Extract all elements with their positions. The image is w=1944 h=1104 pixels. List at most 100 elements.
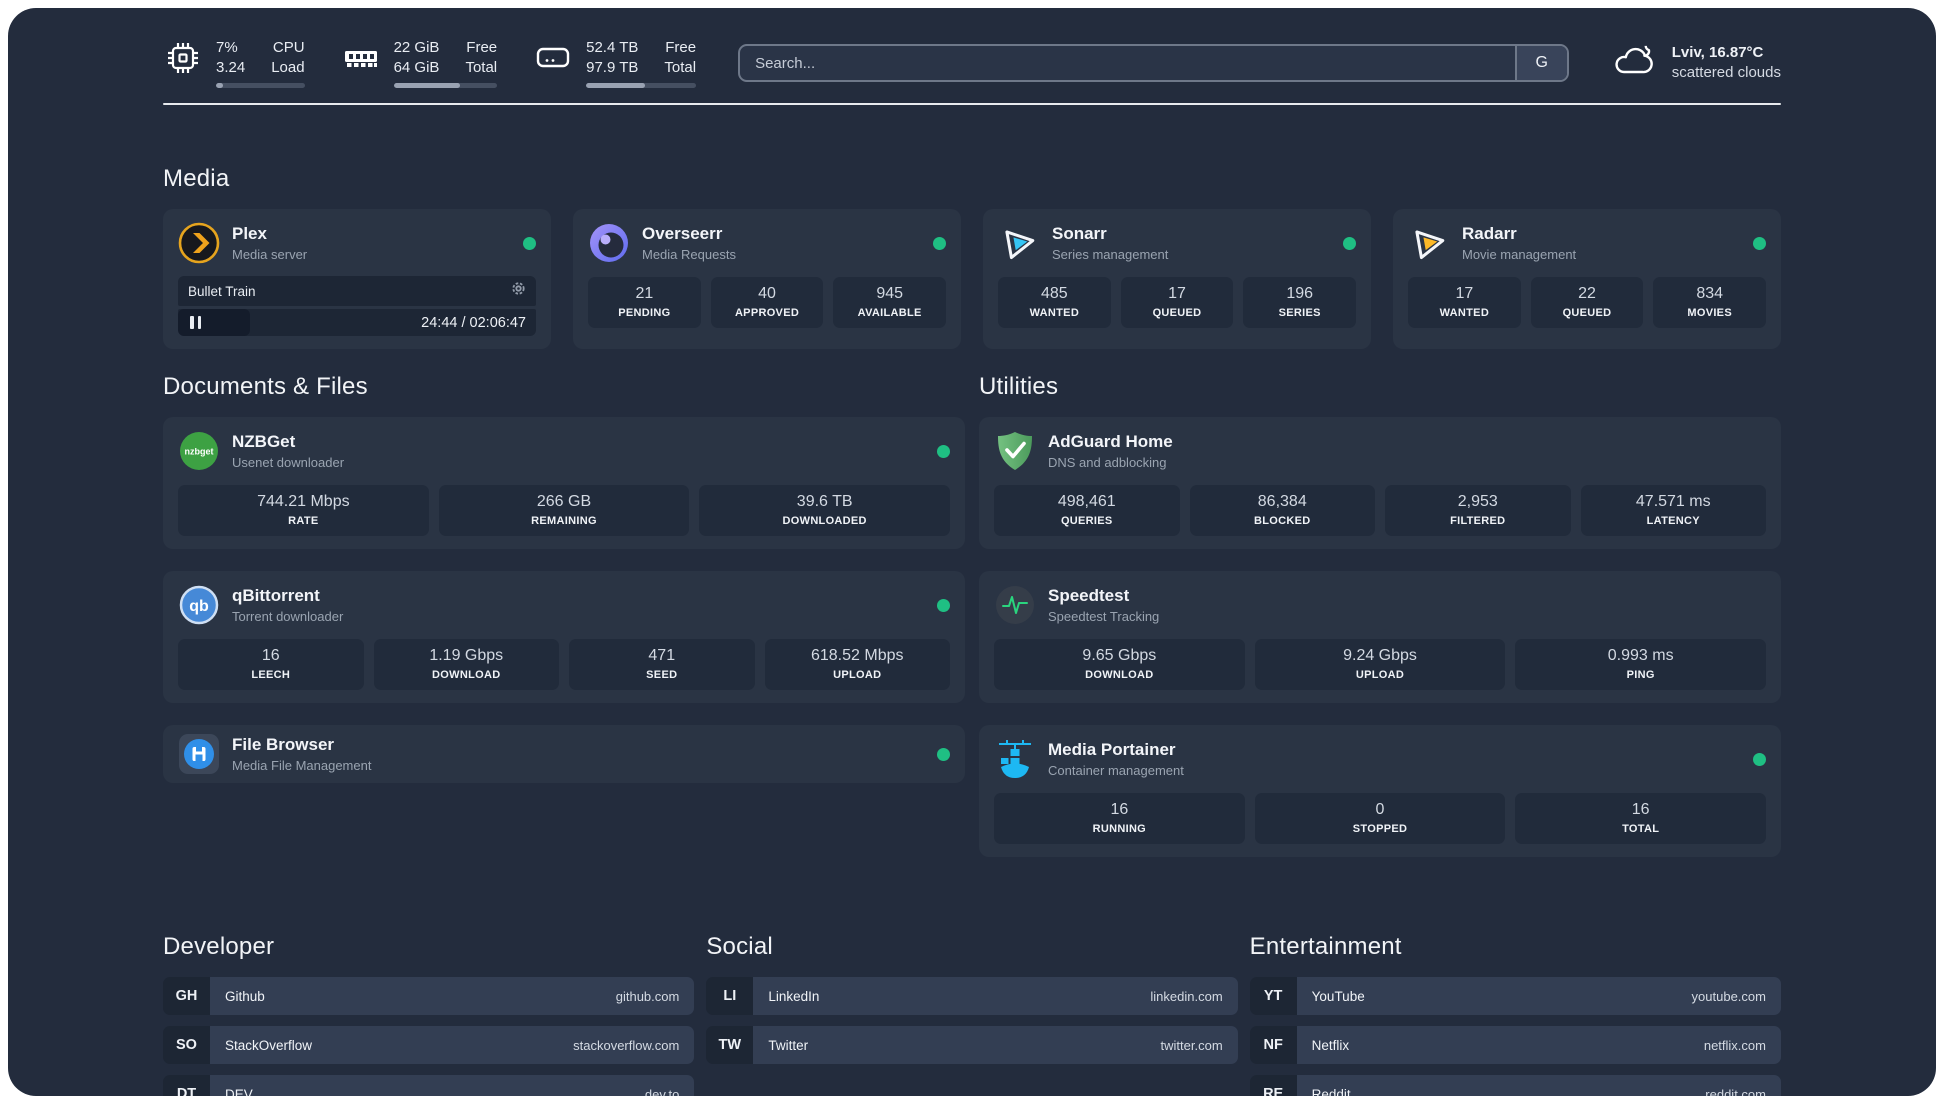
link-netflix[interactable]: NF Netflix netflix.com: [1249, 1026, 1781, 1064]
plex-card[interactable]: Plex Media server Bullet Train 24:44 / 0…: [163, 209, 551, 349]
search-input[interactable]: [740, 46, 1515, 80]
link-abbr: RE: [1249, 1075, 1297, 1096]
link-youtube[interactable]: YT YouTube youtube.com: [1249, 977, 1781, 1015]
weather-condition: scattered clouds: [1671, 64, 1781, 81]
section-title-documents: Documents & Files: [163, 373, 368, 400]
qbittorrent-card[interactable]: qb qBittorrent Torrent downloader 16 LEEC…: [163, 571, 965, 703]
section-media: Media Plex Media server Bullet Train 24:…: [163, 165, 1781, 349]
link-abbr: LI: [706, 977, 754, 1015]
link-url: netflix.com: [1703, 1037, 1766, 1053]
stat-tile: 2,953 FILTERED: [1385, 485, 1571, 536]
link-linkedin[interactable]: LI LinkedIn linkedin.com: [706, 977, 1238, 1015]
stat-tile: 471 SEED: [569, 639, 755, 690]
link-url: twitter.com: [1160, 1037, 1223, 1053]
stat-tile: 0 STOPPED: [1254, 793, 1506, 844]
app-title: File Browser: [232, 735, 335, 754]
app-title: qBittorrent: [232, 586, 320, 605]
stat-tile: 22 QUEUED: [1530, 277, 1644, 328]
nzbget-icon: nzbget: [178, 430, 220, 472]
session-gear-icon[interactable]: [511, 281, 526, 301]
app-title: AdGuard Home: [1048, 432, 1173, 451]
app-subtitle: DNS and adblocking: [1048, 455, 1167, 470]
status-dot: [933, 236, 946, 250]
section-title-utilities: Utilities: [979, 373, 1059, 400]
link-url: github.com: [615, 988, 680, 1004]
adguard-card[interactable]: AdGuard Home DNS and adblocking 498,461 Q…: [979, 417, 1781, 549]
search-engine-button[interactable]: G: [1514, 46, 1567, 80]
memory-total-label: Total: [465, 59, 498, 76]
link-url: linkedin.com: [1150, 988, 1223, 1004]
status-dot: [937, 598, 950, 612]
link-url: stackoverflow.com: [573, 1037, 680, 1053]
section-social: Social LI LinkedIn linkedin.com TW Twitte…: [706, 933, 1238, 1075]
section-title-entertainment: Entertainment: [1249, 933, 1402, 960]
stat-tile: 0.993 ms PING: [1515, 639, 1767, 690]
ram-icon: [341, 38, 381, 78]
app-subtitle: Series management: [1052, 247, 1169, 262]
memory-free-label: Free: [466, 39, 498, 57]
radarr-card[interactable]: Radarr Movie management 17 WANTED 22 QUEUE…: [1393, 209, 1781, 349]
link-stackoverflow[interactable]: SO StackOverflow stackoverflow.com: [163, 1026, 695, 1064]
playback-progressbar: 24:44 / 02:06:47: [178, 309, 536, 336]
sonarr-card[interactable]: Sonarr Series management 485 WANTED 17 QUE…: [983, 209, 1371, 349]
section-entertainment: Entertainment YT YouTube youtube.com NF N…: [1249, 933, 1781, 1097]
link-github[interactable]: GH Github github.com: [163, 977, 695, 1015]
search-bar: G: [738, 44, 1569, 82]
status-dot: [937, 747, 950, 761]
filebrowser-card[interactable]: File Browser Media File Management: [163, 725, 965, 783]
link-url: reddit.com: [1705, 1086, 1766, 1097]
link-twitter[interactable]: TW Twitter twitter.com: [706, 1026, 1238, 1064]
link-dev[interactable]: DT DEV dev.to: [163, 1075, 695, 1097]
link-abbr: SO: [163, 1026, 210, 1064]
stat-tile: 1.19 Gbps DOWNLOAD: [373, 639, 559, 690]
qbittorrent-icon: qb: [178, 584, 220, 626]
weather-widget: Lviv, 16.87°C scattered clouds: [1611, 43, 1781, 84]
cpu-usage: 7%: [216, 39, 238, 57]
pause-icon: [190, 316, 201, 329]
cpu-load: 3.24: [216, 59, 246, 76]
app-title: NZBGet: [232, 432, 296, 451]
portainer-card[interactable]: Media Portainer Container management 16 R…: [979, 725, 1781, 857]
storage-free: 52.4 TB: [586, 39, 639, 57]
speedtest-card[interactable]: Speedtest Speedtest Tracking 9.65 Gbps DO…: [979, 571, 1781, 703]
stat-tile: 47.571 ms LATENCY: [1580, 485, 1766, 536]
filebrowser-icon: [178, 733, 220, 775]
stat-tile: 196 SERIES: [1243, 277, 1357, 328]
storage-stat: 52.4 TB Free 97.9 TB Total: [533, 38, 697, 88]
memory-total: 64 GiB: [393, 59, 440, 76]
nzbget-card[interactable]: nzbget NZBGet Usenet downloader 744.21 M…: [163, 417, 965, 549]
stat-tile: 16 LEECH: [178, 639, 364, 690]
stat-tile: 744.21 Mbps RATE: [178, 485, 429, 536]
cpu-load-label: Load: [271, 59, 305, 76]
status-dot: [1753, 236, 1766, 250]
app-title: Overseerr: [642, 224, 723, 243]
stat-tile: 21 PENDING: [588, 277, 701, 328]
playback-time: 24:44 / 02:06:47: [421, 314, 526, 331]
section-utilities: Utilities AdGuard Home DNS and adblockin…: [979, 373, 1781, 879]
link-name: Netflix: [1311, 1037, 1350, 1053]
sonarr-icon: [998, 222, 1040, 264]
now-playing-title: Bullet Train: [188, 283, 256, 299]
section-title-media: Media: [163, 165, 230, 192]
storage-progressbar: [586, 82, 697, 88]
app-subtitle: Speedtest Tracking: [1048, 609, 1160, 624]
app-title: Radarr: [1462, 224, 1517, 243]
stat-tile: 39.6 TB DOWNLOADED: [699, 485, 951, 536]
svg-text:nzbget: nzbget: [185, 447, 214, 457]
memory-stat: 22 GiB Free 64 GiB Total: [341, 38, 498, 88]
stat-tile: 485 WANTED: [998, 277, 1111, 328]
speedtest-icon: [994, 584, 1036, 626]
link-name: DEV: [225, 1086, 253, 1097]
overseerr-card[interactable]: Overseerr Media Requests 21 PENDING 40 APP…: [573, 209, 961, 349]
stat-tile: 945 AVAILABLE: [833, 277, 947, 328]
link-name: LinkedIn: [768, 988, 820, 1004]
link-abbr: DT: [163, 1075, 210, 1096]
stat-tile: 266 GB REMAINING: [438, 485, 690, 536]
app-subtitle: Media server: [232, 247, 308, 262]
app-title: Plex: [232, 224, 267, 243]
stat-tile: 498,461 QUERIES: [994, 485, 1180, 536]
link-reddit[interactable]: RE Reddit reddit.com: [1249, 1075, 1781, 1097]
app-subtitle: Container management: [1048, 763, 1184, 778]
system-stats: 7% CPU 3.24 Load 22 GiB Free 64 GiB Tota…: [163, 38, 697, 88]
section-title-developer: Developer: [163, 933, 275, 960]
